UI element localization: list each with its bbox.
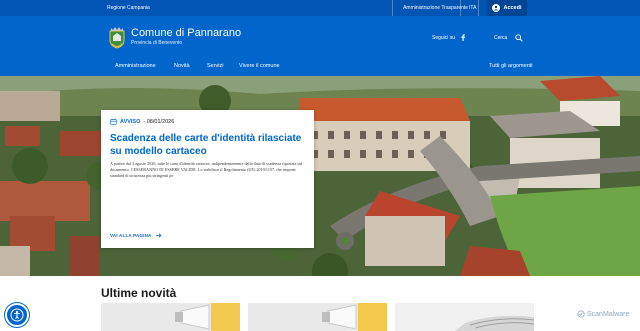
megaphone-image (248, 303, 387, 331)
newspaper-image (395, 303, 534, 331)
card-category: AVVISO (120, 118, 141, 125)
top-bar: Regione Campania Amministrazione Traspar… (0, 0, 640, 16)
language-selector[interactable]: ITA (460, 0, 487, 16)
login-button[interactable]: Accedi (487, 0, 527, 16)
card-date: - 08/01/2026 (143, 118, 175, 125)
scanmalware-logo-icon (577, 310, 585, 318)
section-title: Ultime novità (101, 286, 177, 300)
hero-image (0, 76, 640, 276)
card-more-label: VAI ALLA PAGINA (110, 233, 152, 238)
search-button[interactable]: Cerca (494, 34, 524, 42)
follow-label: Seguici su (432, 34, 456, 41)
news-thumb-1[interactable] (101, 303, 240, 331)
arrow-right-icon (155, 233, 161, 238)
nav-servizi[interactable]: Servizi (207, 63, 224, 69)
card-more-link[interactable]: VAI ALLA PAGINA (110, 233, 162, 238)
search-label: Cerca (494, 35, 508, 41)
calendar-icon (110, 118, 117, 125)
news-thumb-2[interactable] (248, 303, 387, 331)
nav-novita[interactable]: Novità (174, 63, 190, 69)
scanmalware-watermark: ScanMalware (577, 310, 629, 318)
megaphone-image (101, 303, 240, 331)
crest-icon[interactable] (107, 25, 127, 49)
login-label: Accedi (503, 5, 522, 11)
accessibility-button[interactable] (5, 303, 29, 327)
news-card: AVVISO - 08/01/2026 Scadenza delle carte… (101, 110, 314, 248)
site-subtitle: Provincia di Benevento (131, 40, 183, 46)
region-link[interactable]: Regione Campania (107, 5, 150, 11)
news-thumb-3[interactable] (395, 303, 534, 331)
user-icon (492, 4, 501, 12)
card-title[interactable]: Scadenza delle carte d'identità rilascia… (110, 132, 310, 158)
watermark-text: ScanMalware (587, 310, 630, 318)
card-body: A partire dal 3 agosto 2026, tutte le ca… (110, 161, 303, 179)
site-header: Comune di Pannarano Provincia di Beneven… (0, 16, 640, 76)
search-icon (515, 34, 524, 42)
hero-section: AVVISO - 08/01/2026 Scadenza delle carte… (0, 76, 640, 276)
facebook-icon[interactable] (460, 34, 466, 41)
social-follow: Seguici su (432, 34, 466, 41)
nav-all-topics[interactable]: Tutti gli argomenti (489, 63, 533, 69)
site-title[interactable]: Comune di Pannarano (131, 27, 241, 39)
main-nav: Amministrazione Novità Servizi Vivere il… (0, 60, 640, 76)
nav-vivere[interactable]: Vivere il comune (239, 63, 280, 69)
card-meta: AVVISO - 08/01/2026 (110, 118, 174, 125)
nav-amministrazione[interactable]: Amministrazione (115, 63, 156, 69)
accessibility-icon (10, 308, 24, 322)
